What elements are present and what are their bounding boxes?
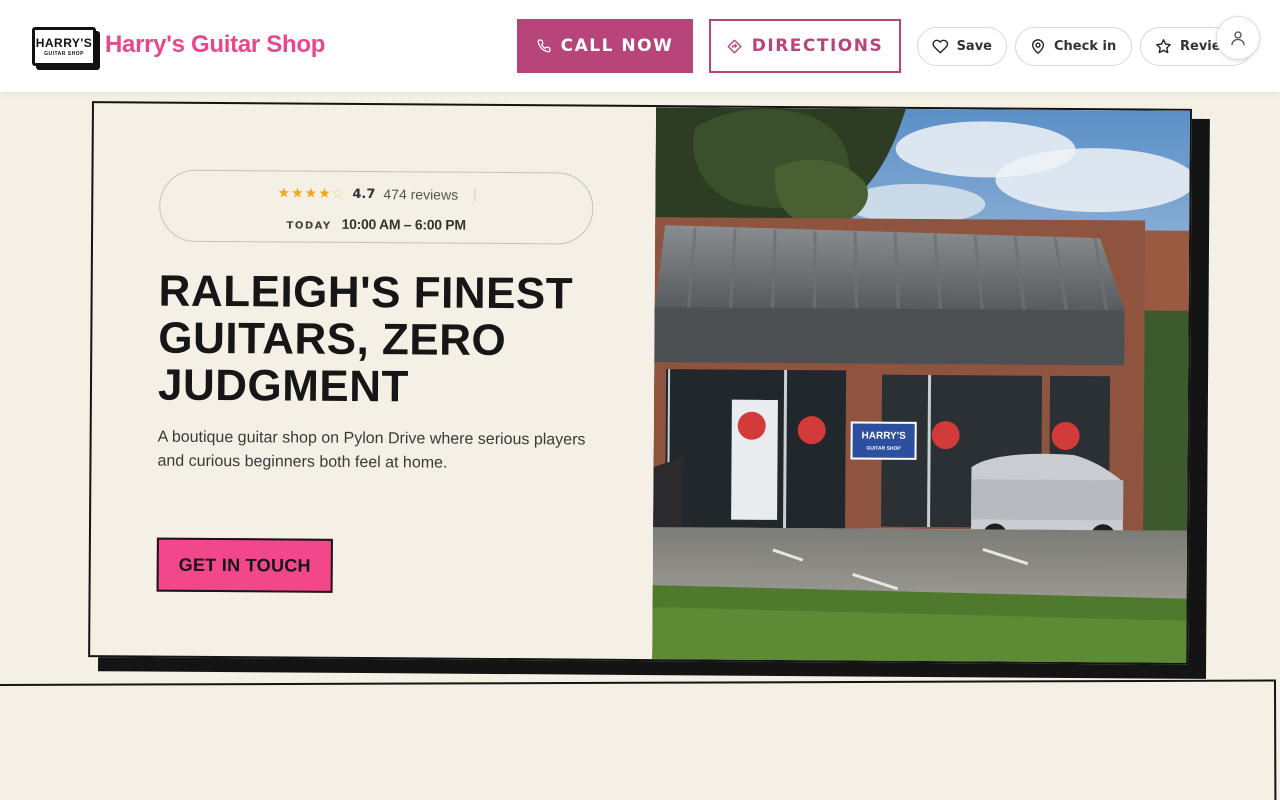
directions-label: DIRECTIONS	[751, 36, 884, 56]
star-icon: ★	[318, 185, 331, 202]
rating-row: ★ ★ ★ ★ ☆ 4.7 474 reviews	[160, 185, 592, 204]
phone-icon	[537, 39, 551, 53]
save-label: Save	[956, 39, 992, 54]
hours-row: TODAY 10:00 AM – 6:00 PM	[160, 215, 592, 234]
next-section	[0, 679, 1277, 800]
logo-badge: HARRY'S GUITAR SHOP	[32, 27, 96, 66]
logo-line1: HARRY'S	[35, 35, 93, 50]
user-icon	[1231, 31, 1245, 46]
storefront-photo: HARRY'S GUITAR SHOP	[652, 107, 1192, 665]
directions-button[interactable]: DIRECTIONS	[709, 19, 901, 73]
call-now-label: CALL NOW	[560, 36, 674, 56]
sign-line2: GUITAR SHOP	[866, 446, 901, 452]
call-now-button[interactable]: CALL NOW	[517, 19, 693, 73]
logo[interactable]: HARRY'S GUITAR SHOP	[32, 27, 100, 70]
account-button[interactable]	[1216, 16, 1260, 60]
check-in-label: Check in	[1054, 39, 1117, 54]
star-icon: ★	[304, 185, 318, 202]
site-header: HARRY'S GUITAR SHOP Harry's Guitar Shop …	[0, 0, 1280, 92]
star-icon: ★	[277, 185, 291, 202]
review-count: 474 reviews	[383, 186, 459, 203]
today-label: TODAY	[286, 220, 332, 232]
half-star-icon: ☆	[331, 185, 345, 202]
logo-line2: GUITAR SHOP	[44, 50, 84, 57]
save-button[interactable]: Save	[917, 27, 1007, 66]
hero-card: ★ ★ ★ ★ ☆ 4.7 474 reviews TODAY 10:00 AM…	[88, 101, 1192, 665]
hero-section: ★ ★ ★ ★ ☆ 4.7 474 reviews TODAY 10:00 AM…	[88, 101, 1210, 679]
hero-info-panel: ★ ★ ★ ★ ☆ 4.7 474 reviews TODAY 10:00 AM…	[90, 103, 656, 663]
map-pin-icon	[1032, 39, 1044, 54]
star-icon: ★	[291, 185, 304, 202]
hero-headline: RALEIGH'S FINEST GUITARS, ZERO JUDGMENT	[157, 266, 574, 412]
brand-name[interactable]: Harry's Guitar Shop	[105, 31, 325, 59]
directions-icon	[727, 39, 742, 53]
hero-subtext: A boutique guitar shop on Pylon Drive wh…	[157, 428, 586, 472]
rating-divider	[474, 187, 476, 202]
star-outline-icon	[1156, 39, 1171, 54]
star-rating: ★ ★ ★ ★ ☆	[277, 185, 345, 202]
get-in-touch-button[interactable]: GET IN TOUCH	[156, 537, 333, 593]
today-hours: 10:00 AM – 6:00 PM	[341, 215, 466, 233]
rating-value: 4.7	[352, 186, 376, 202]
check-in-button[interactable]: Check in	[1015, 27, 1132, 66]
heart-icon	[932, 39, 949, 54]
sign-line1: HARRY'S	[862, 431, 907, 442]
storefront-image: HARRY'S GUITAR SHOP	[652, 107, 1192, 665]
rating-hours-badge[interactable]: ★ ★ ★ ★ ☆ 4.7 474 reviews TODAY 10:00 AM…	[159, 169, 594, 245]
